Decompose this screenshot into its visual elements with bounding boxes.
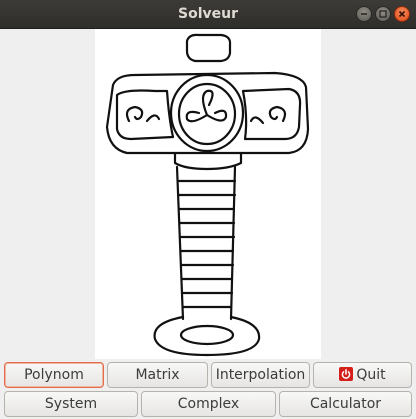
app-window: Solveur Polynom Matrix Interpolation Qui…	[0, 0, 416, 419]
title-bar[interactable]: Solveur	[0, 0, 416, 29]
polynom-button[interactable]: Polynom	[4, 362, 104, 388]
complex-button-label: Complex	[177, 396, 240, 412]
matrix-button-label: Matrix	[135, 367, 180, 383]
maximize-button[interactable]	[375, 6, 391, 22]
interpolation-button-label: Interpolation	[215, 367, 306, 383]
calculator-button-label: Calculator	[309, 396, 382, 412]
minimize-icon	[361, 13, 367, 15]
calculator-button[interactable]: Calculator	[279, 391, 412, 417]
window-title: Solveur	[178, 6, 238, 22]
quit-button-label: Quit	[356, 367, 386, 383]
matrix-button[interactable]: Matrix	[107, 362, 208, 388]
close-button[interactable]	[394, 6, 410, 22]
polynom-button-label: Polynom	[24, 367, 84, 383]
power-icon	[339, 367, 354, 381]
thor-hammer-drawing	[105, 33, 310, 357]
quit-button[interactable]: Quit	[313, 362, 412, 388]
maximize-icon	[379, 10, 387, 18]
minimize-button[interactable]	[356, 6, 372, 22]
complex-button[interactable]: Complex	[141, 391, 276, 417]
system-button[interactable]: System	[4, 391, 138, 417]
system-button-label: System	[44, 396, 98, 412]
close-icon	[398, 10, 406, 18]
image-canvas	[95, 29, 321, 359]
interpolation-button[interactable]: Interpolation	[211, 362, 310, 388]
